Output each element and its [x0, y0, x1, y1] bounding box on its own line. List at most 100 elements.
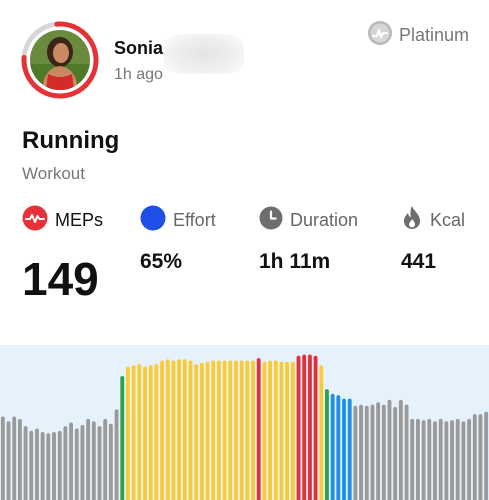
- zone-bar-gray: [415, 418, 420, 500]
- zone-bar-gray: [472, 414, 477, 500]
- zone-bar-red: [307, 354, 312, 500]
- zone-bar-yellow: [234, 360, 238, 500]
- metric-meps: MEPs 149: [22, 205, 104, 302]
- zone-bar-green: [325, 389, 329, 500]
- zone-bar-gray: [410, 418, 415, 500]
- zone-bar-yellow: [188, 360, 193, 500]
- zone-bar-yellow: [177, 359, 182, 500]
- zone-bar-yellow: [228, 360, 233, 500]
- platinum-badge-icon: [367, 20, 393, 51]
- metric-effort: Effort 65%: [140, 205, 216, 273]
- zone-bar-blue: [347, 398, 352, 500]
- zone-bar-yellow: [205, 361, 210, 500]
- zone-bar-yellow: [251, 360, 255, 500]
- zone-bar-gray: [86, 418, 91, 500]
- effort-value: 65%: [140, 250, 183, 273]
- zone-bar-gray: [381, 404, 386, 500]
- zone-bar-gray: [393, 407, 398, 500]
- effort-dot-icon: [140, 205, 166, 236]
- zone-bar-gray: [455, 418, 460, 500]
- zone-bar-gray: [52, 432, 56, 500]
- zone-bar-yellow: [290, 361, 295, 500]
- zone-bar-gray: [376, 402, 381, 500]
- zone-bar-gray: [421, 420, 426, 500]
- zone-bar-yellow: [319, 365, 324, 500]
- zone-bar-gray: [370, 404, 375, 500]
- zone-bar-gray: [427, 418, 432, 500]
- zone-bar-gray: [364, 405, 369, 500]
- zone-bar-yellow: [165, 359, 170, 500]
- zone-bar-blue: [342, 398, 346, 500]
- meps-label: MEPs: [55, 209, 104, 230]
- zone-bar-gray: [17, 418, 22, 500]
- metric-duration: Duration 1h 11m: [259, 206, 359, 273]
- zone-bar-yellow: [199, 362, 204, 500]
- zone-bar-blue: [336, 395, 341, 500]
- zone-bar-gray: [353, 405, 358, 500]
- zone-bar-yellow: [279, 361, 284, 500]
- zone-bar-gray: [0, 416, 5, 500]
- zone-bar-yellow: [131, 365, 136, 500]
- duration-label: Duration: [290, 209, 359, 230]
- flame-icon: [401, 205, 423, 236]
- zone-bar-yellow: [148, 365, 153, 500]
- zone-bar-gray: [359, 404, 363, 500]
- kcal-value: 441: [401, 250, 437, 273]
- redacted-area: [164, 34, 244, 74]
- zone-bar-yellow: [126, 366, 130, 500]
- zone-bar-gray: [91, 421, 96, 500]
- post-time: 1h ago: [114, 66, 163, 83]
- zone-bar-yellow: [143, 366, 147, 500]
- zone-bar-gray: [484, 411, 489, 500]
- zone-bar-yellow: [160, 360, 164, 500]
- zone-bar-gray: [12, 416, 17, 500]
- zone-bar-gray: [103, 418, 108, 500]
- zone-bar-gray: [398, 399, 403, 500]
- zone-bar-gray: [478, 414, 483, 500]
- heart-rate-zone-chart: [0, 345, 489, 500]
- zone-bar-yellow: [273, 360, 278, 500]
- zone-bar-red: [313, 355, 318, 500]
- avatar[interactable]: [20, 20, 100, 100]
- meps-value: 149: [22, 253, 99, 305]
- zone-bar-yellow: [222, 360, 227, 500]
- avatar-photo: [30, 30, 90, 90]
- zone-bar-gray: [97, 426, 102, 500]
- zone-bar-gray: [40, 432, 45, 500]
- kcal-label: Kcal: [430, 209, 466, 230]
- zone-bars: [0, 354, 489, 500]
- tier-badge[interactable]: Platinum: [367, 20, 469, 51]
- zone-bar-yellow: [268, 360, 273, 500]
- zone-bar-yellow: [211, 360, 216, 500]
- zone-bar-gray: [433, 421, 437, 500]
- zone-bar-yellow: [239, 360, 244, 500]
- zone-bar-red: [256, 358, 261, 500]
- zone-bar-yellow: [171, 360, 176, 500]
- zone-bar-gray: [80, 424, 85, 500]
- zone-bar-gray: [387, 399, 392, 500]
- zone-bar-yellow: [262, 361, 267, 500]
- zone-bar-gray: [6, 421, 11, 500]
- zone-bar-gray: [450, 420, 454, 500]
- zone-bar-gray: [46, 433, 51, 500]
- workout-title: Running: [22, 127, 120, 154]
- zone-bar-gray: [74, 428, 79, 500]
- zone-bar-yellow: [194, 364, 199, 500]
- tier-label: Platinum: [398, 24, 469, 45]
- user-name[interactable]: Sonia: [114, 38, 163, 59]
- zone-bar-gray: [69, 422, 74, 500]
- zone-bar-gray: [461, 421, 466, 500]
- zone-bar-gray: [35, 428, 39, 500]
- zone-bar-gray: [444, 421, 449, 500]
- zone-bar-green: [120, 376, 125, 500]
- zone-bar-yellow: [285, 361, 290, 500]
- zone-bar-gray: [57, 430, 62, 500]
- zone-bar-gray: [438, 418, 443, 500]
- zone-bar-gray: [404, 404, 409, 500]
- zone-bar-gray: [114, 409, 119, 500]
- zone-bar-red: [296, 355, 301, 500]
- metric-kcal: Kcal 441: [401, 205, 466, 273]
- zone-bar-yellow: [216, 360, 221, 500]
- zone-bar-yellow: [154, 364, 159, 500]
- heart-pulse-icon: [22, 205, 48, 236]
